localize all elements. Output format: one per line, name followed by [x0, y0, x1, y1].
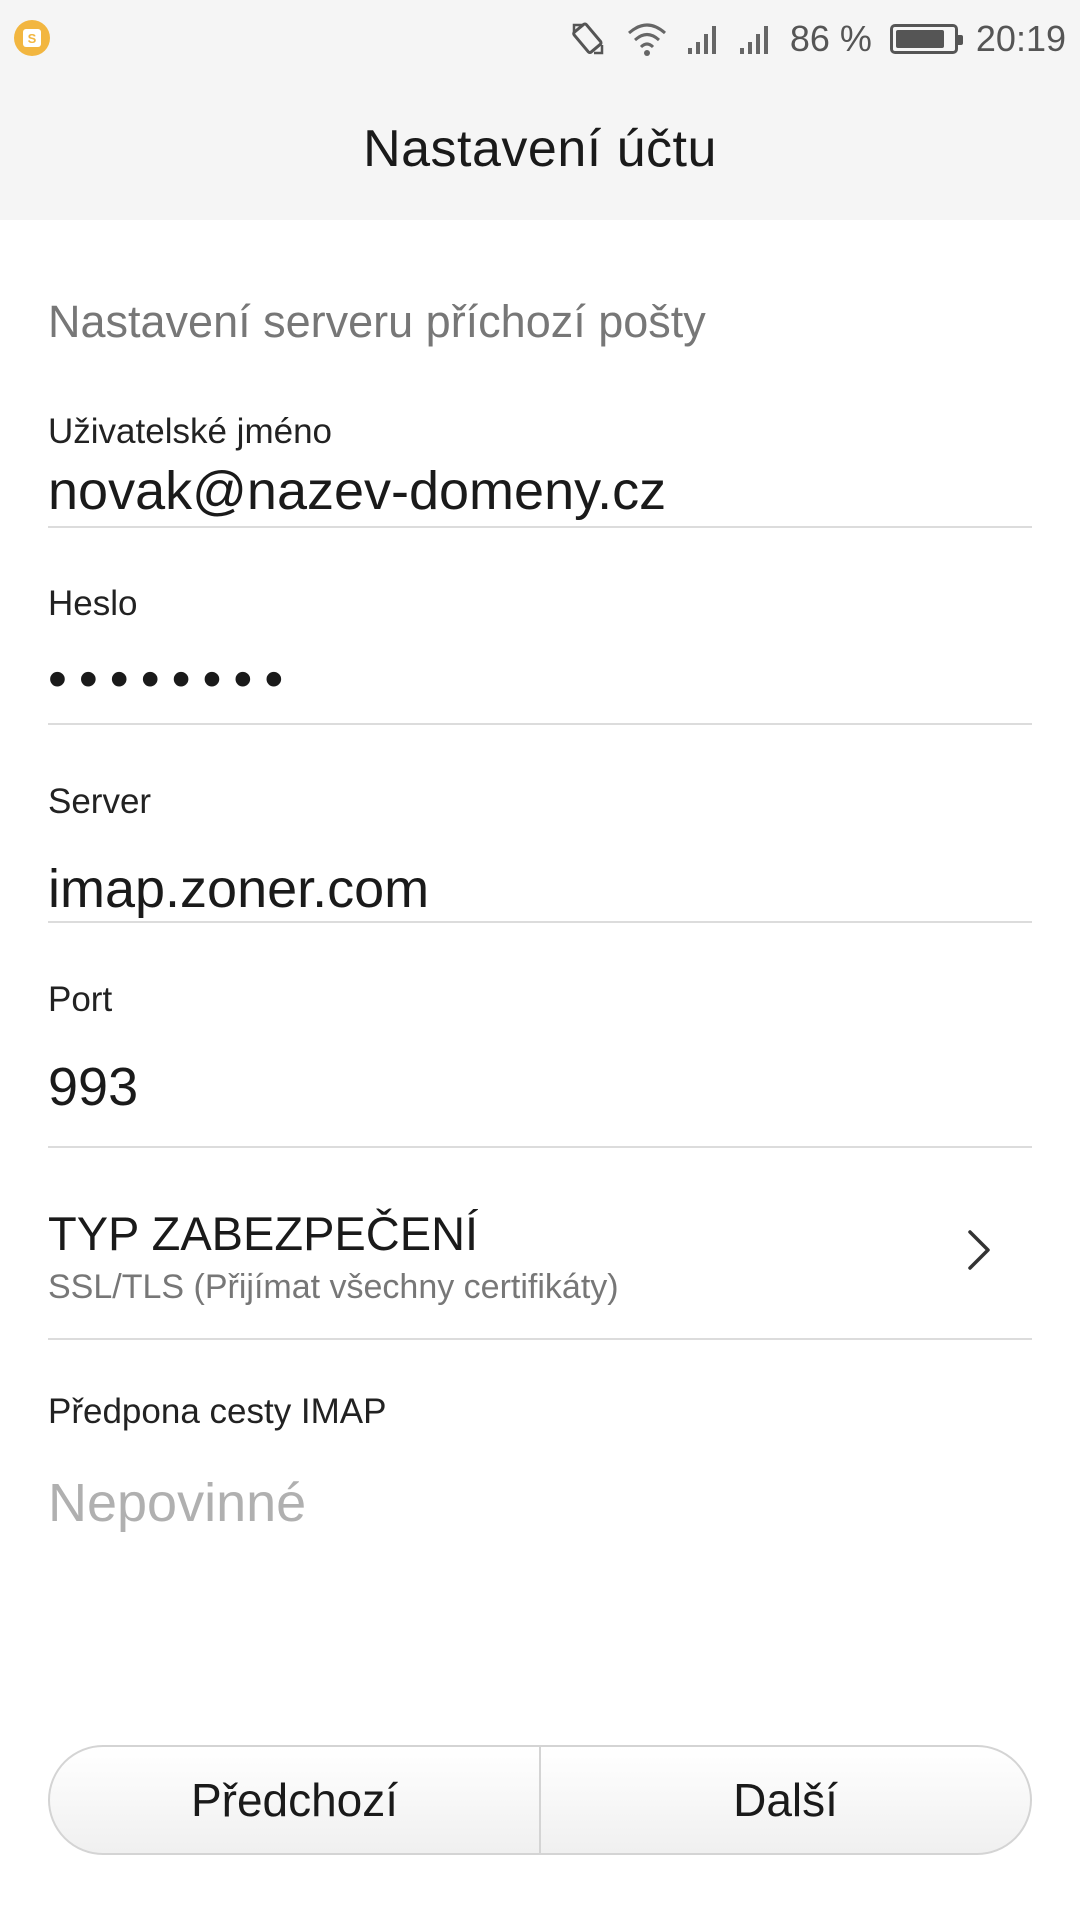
chevron-right-icon: [966, 1228, 992, 1277]
title-bar: Nastavení účtu: [0, 78, 1080, 220]
next-button[interactable]: Další: [541, 1747, 1030, 1853]
imap-prefix-label: Předpona cesty IMAP: [48, 1392, 387, 1431]
notification-app-icon: S: [14, 20, 50, 56]
server-input[interactable]: imap.zoner.com: [48, 858, 1032, 920]
security-type-value: SSL/TLS (Přijímat všechny certifikáty): [48, 1268, 619, 1306]
username-label: Uživatelské jméno: [48, 412, 332, 451]
rotate-icon: [568, 19, 608, 59]
port-label: Port: [48, 980, 113, 1019]
server-field[interactable]: Server imap.zoner.com: [48, 778, 1032, 923]
imap-prefix-input[interactable]: Nepovinné: [48, 1472, 1032, 1534]
security-type-title: TYP ZABEZPEČENÍ: [48, 1207, 479, 1260]
password-field[interactable]: Heslo ••••••••: [48, 580, 1032, 725]
username-input[interactable]: novak@nazev-domeny.cz: [48, 460, 1032, 522]
status-bar: S 86 % 20:19: [0, 0, 1080, 78]
section-title: Nastavení serveru příchozí pošty: [48, 296, 706, 347]
server-label: Server: [48, 782, 152, 821]
previous-button[interactable]: Předchozí: [50, 1747, 539, 1853]
password-input[interactable]: ••••••••: [48, 648, 1032, 710]
navigation-buttons: Předchozí Další: [48, 1745, 1032, 1855]
status-indicators: 86 % 20:19: [568, 0, 1066, 78]
username-field[interactable]: Uživatelské jméno novak@nazev-domeny.cz: [48, 404, 1032, 528]
clock: 20:19: [975, 18, 1066, 59]
security-type-selector[interactable]: TYP ZABEZPEČENÍ SSL/TLS (Přijímat všechn…: [48, 1150, 1032, 1340]
battery-percent: 86 %: [789, 18, 872, 59]
battery-icon: [889, 24, 963, 54]
signal-icon: [738, 22, 772, 56]
page-title: Nastavení účtu: [363, 120, 717, 178]
signal-icon: [686, 22, 720, 56]
wifi-icon: [626, 21, 668, 57]
imap-prefix-field[interactable]: Předpona cesty IMAP Nepovinné: [48, 1392, 1032, 1552]
port-field[interactable]: Port 993: [48, 976, 1032, 1148]
password-label: Heslo: [48, 584, 138, 623]
port-input[interactable]: 993: [48, 1056, 1032, 1118]
battery-fill: [895, 30, 945, 48]
